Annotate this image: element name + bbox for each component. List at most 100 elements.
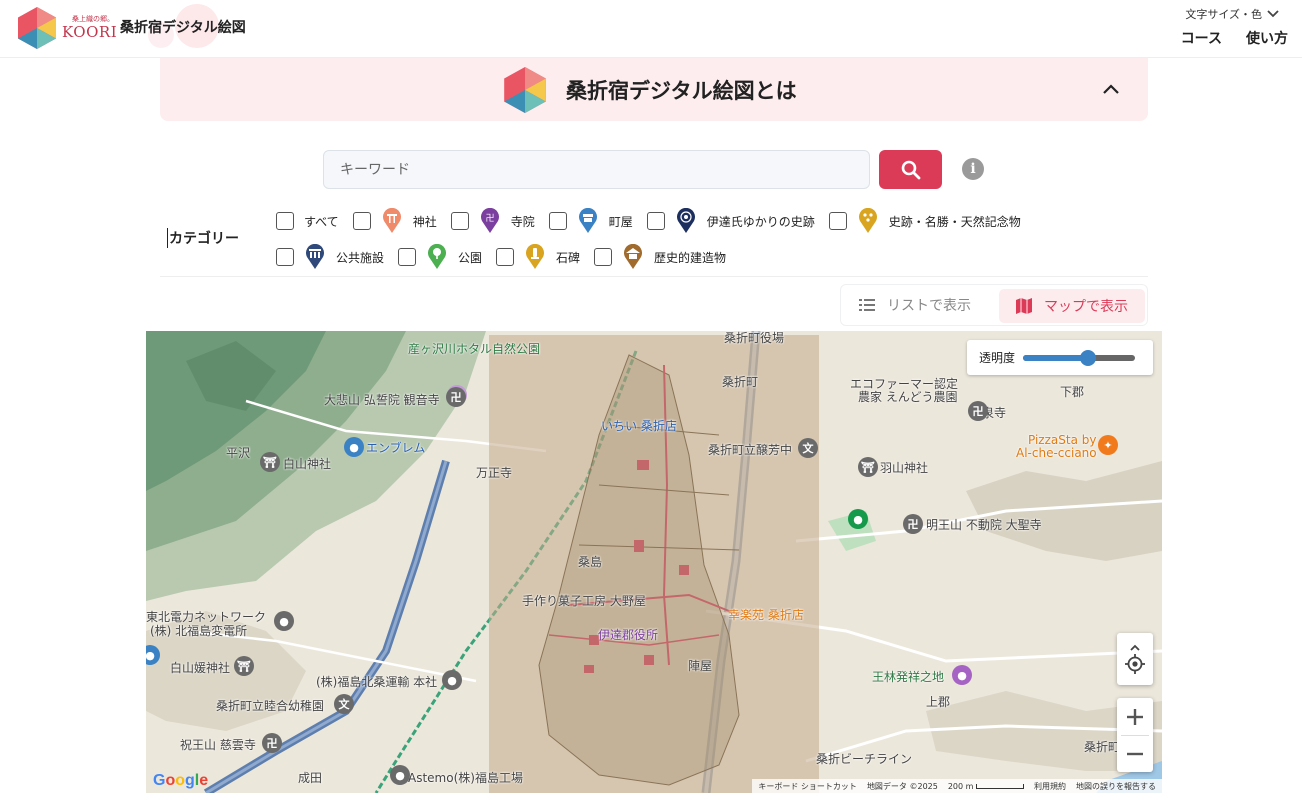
keyword-search-input[interactable] (323, 150, 870, 189)
category-label-park: 公園 (458, 250, 483, 265)
checkbox[interactable] (496, 248, 515, 266)
nav-course[interactable]: コース (1181, 28, 1222, 48)
map-place-label[interactable]: 大悲山 弘誓院 観音寺 (324, 391, 440, 408)
terms-link[interactable]: 利用規約 (1034, 781, 1066, 792)
map-place-label[interactable]: 平沢 (226, 444, 250, 461)
map-icon (1016, 298, 1032, 314)
map-place-label[interactable]: 桑折町役場 (724, 331, 784, 346)
map-place-label[interactable]: 手作り菓子工房 大野屋 (522, 592, 646, 609)
font-size-color-menu[interactable]: 文字サイズ・色 (1185, 6, 1280, 22)
date-clan-icon (676, 208, 695, 233)
category-park[interactable]: 公園 (398, 244, 482, 270)
category-all[interactable]: すべて (276, 212, 339, 230)
opacity-slider[interactable] (1023, 349, 1136, 366)
map-place-label[interactable]: 桑折町立醸芳中 (708, 441, 792, 458)
map-place-label[interactable]: PizzaSta by (1028, 433, 1096, 447)
map-place-label[interactable]: 成田 (298, 769, 322, 786)
map-place-label[interactable]: 明王山 不動院 大聖寺 (926, 516, 1042, 533)
opacity-slider-thumb[interactable] (1079, 349, 1096, 366)
checkbox[interactable] (276, 212, 294, 230)
list-view-label: リストで表示 (887, 298, 971, 314)
list-view-button[interactable]: リストで表示 (859, 295, 971, 315)
shrine-pin[interactable]: ⛩ (260, 452, 280, 472)
map-place-label[interactable]: 白山媛神社 (170, 659, 230, 676)
checkbox[interactable] (646, 212, 665, 230)
category-historic-site[interactable]: 史跡・名勝・天然記念物 (828, 208, 1021, 234)
main-nav: コース 使い方 (1181, 28, 1288, 48)
checkbox[interactable] (276, 248, 294, 266)
checkbox[interactable] (594, 248, 613, 266)
site-title[interactable]: 桑折宿デジタル絵図 (120, 17, 246, 37)
map-place-label[interactable]: 伊達郡役所 (598, 626, 658, 643)
map-place-label[interactable]: 桑折町立睦合幼稚園 (216, 697, 324, 714)
category-stone-monument[interactable]: 石碑 (496, 244, 580, 270)
category-label-historic-site: 史跡・名勝・天然記念物 (888, 214, 1021, 229)
map-place-label[interactable]: 下郡 (1060, 383, 1084, 400)
temple-pin[interactable]: 卍 (446, 387, 466, 407)
category-date-clan[interactable]: 伊達氏ゆかりの史跡 (646, 208, 815, 234)
info-icon[interactable]: i (962, 158, 984, 180)
kindergarten-pin[interactable]: 文 (334, 694, 354, 714)
chevron-up-icon[interactable] (1129, 643, 1141, 653)
shrine-pin[interactable]: ⛩ (234, 656, 254, 676)
keyboard-shortcuts-link[interactable]: キーボード ショートカット (758, 781, 857, 792)
map-canvas[interactable]: 産ヶ沢川ホタル自然公園 桑折町役場 桑折町 エコファーマー認定 農家 えんどう農園 大悲山… (146, 331, 1162, 793)
map-place-label[interactable]: いちい 桑折店 (601, 417, 677, 434)
map-place-label[interactable]: 陣屋 (688, 657, 712, 674)
stone-monument-icon (526, 244, 545, 269)
office-pin[interactable]: ● (442, 670, 462, 690)
nav-how-to-use[interactable]: 使い方 (1246, 28, 1288, 48)
school-pin[interactable]: 文 (798, 438, 818, 458)
google-logo[interactable]: Google (153, 772, 208, 790)
koori-logo[interactable]: 桑上織の郷。 KOORI (18, 6, 117, 50)
checkbox[interactable] (450, 212, 469, 230)
facility-pin[interactable]: ● (274, 611, 294, 631)
temple-pin[interactable]: 卍 (968, 401, 988, 421)
report-error-link[interactable]: 地図の誤りを報告する (1076, 781, 1156, 792)
my-location-icon[interactable] (1124, 653, 1146, 675)
checkbox[interactable] (352, 212, 371, 230)
category-label: カテゴリー (167, 228, 239, 248)
map-place-label[interactable]: 王林発祥之地 (872, 668, 944, 685)
map-place-label[interactable]: Astemo(株)福島工場 (408, 769, 523, 786)
monument-pin[interactable]: ● (952, 665, 972, 685)
about-banner[interactable]: 桑折宿デジタル絵図とは (160, 58, 1148, 121)
restaurant-pin[interactable]: ✦ (1098, 435, 1118, 455)
shrine-pin[interactable]: ⛩ (858, 457, 878, 477)
zoom-out-icon[interactable] (1117, 736, 1153, 772)
map-place-label[interactable]: (株)福島北桑運輸 本社 (316, 673, 437, 690)
factory-pin[interactable]: ● (390, 765, 410, 785)
map-place-label[interactable]: 桑島 (578, 553, 602, 570)
map-place-label[interactable]: 羽山神社 (880, 459, 928, 476)
map-place-label[interactable]: エンブレム (366, 439, 425, 456)
map-place-label[interactable]: 桑折町 (1084, 738, 1120, 755)
chevron-up-icon[interactable] (1100, 78, 1122, 100)
map-place-label[interactable]: 産ヶ沢川ホタル自然公園 (408, 340, 540, 357)
map-place-label[interactable]: 桑折ビーチライン (816, 750, 912, 767)
checkbox[interactable] (548, 212, 567, 230)
map-place-label[interactable]: 幸楽苑 桑折店 (728, 606, 804, 623)
category-public-facility[interactable]: 公共施設 (276, 244, 384, 270)
list-icon (859, 299, 875, 311)
shop-pin[interactable]: ● (344, 437, 364, 457)
map-view-button[interactable]: マップで表示 (999, 289, 1145, 323)
map-place-label[interactable]: Al-che-cciano (1016, 446, 1097, 460)
map-place-label[interactable]: (株) 北福島変電所 (150, 622, 247, 639)
park-pin[interactable]: ● (848, 509, 868, 529)
category-temple[interactable]: 卍 寺院 (450, 208, 535, 234)
map-place-label[interactable]: 農家 えんどう農園 (858, 388, 957, 405)
map-place-label[interactable]: 白山神社 (283, 455, 331, 472)
temple-pin[interactable]: 卍 (262, 733, 282, 753)
map-place-label[interactable]: 万正寺 (476, 464, 512, 481)
category-shrine[interactable]: 神社 (352, 208, 437, 234)
map-place-label[interactable]: 祝王山 慈雲寺 (180, 736, 256, 753)
map-place-label[interactable]: 桑折町 (722, 373, 758, 390)
search-button[interactable] (879, 150, 942, 189)
map-place-label[interactable]: 上郡 (926, 693, 950, 710)
temple-pin[interactable]: 卍 (903, 514, 923, 534)
category-historic-building[interactable]: 歴史的建造物 (594, 244, 726, 270)
checkbox[interactable] (398, 248, 417, 266)
category-townhouse[interactable]: 町屋 (548, 208, 633, 234)
checkbox[interactable] (828, 212, 847, 230)
zoom-in-icon[interactable] (1117, 699, 1153, 735)
